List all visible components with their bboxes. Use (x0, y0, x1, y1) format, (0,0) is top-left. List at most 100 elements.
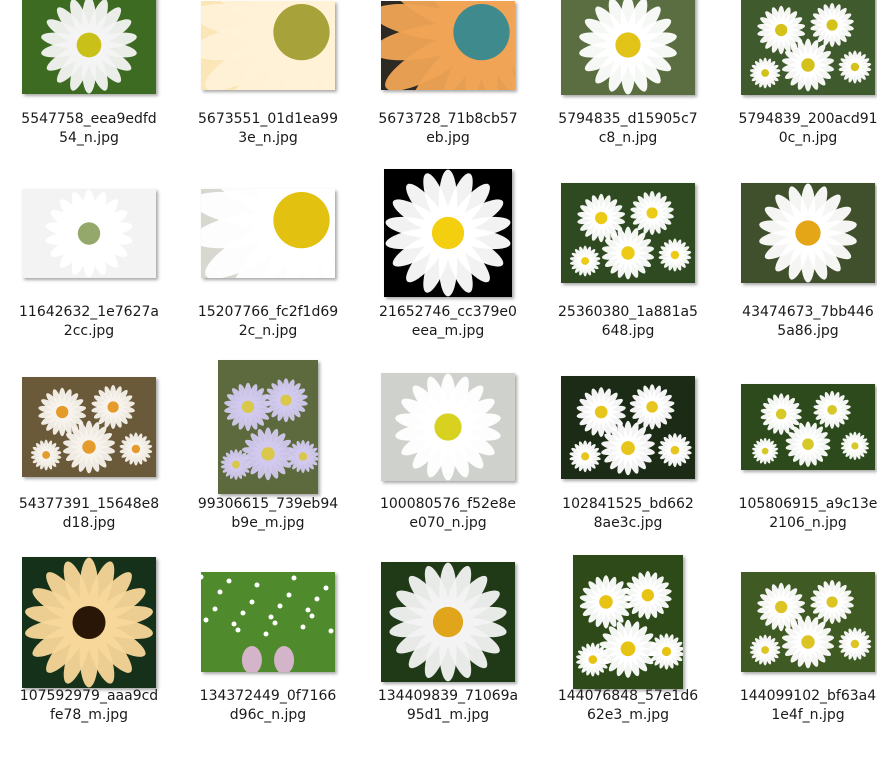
file-item[interactable]: 15207766_fc2f1d69 2c_n.jpg (181, 188, 355, 378)
file-name-line-2: eea_m.jpg (411, 323, 485, 339)
file-name-line-1: 5794835_d15905c7 (558, 111, 698, 127)
file-name[interactable]: 5794835_d15905c7 c8_n.jpg (541, 110, 715, 148)
file-name-line-2: 648.jpg (601, 323, 655, 339)
file-item[interactable]: 43474673_7bb446 5a86.jpg (721, 183, 877, 378)
file-item[interactable]: 21652746_cc379e0 eea_m.jpg (361, 169, 535, 378)
image-thumbnail[interactable] (22, 377, 156, 477)
file-name[interactable]: 144076848_57e1d6 62e3_m.jpg (541, 687, 715, 725)
file-name[interactable]: 43474673_7bb446 5a86.jpg (721, 303, 877, 341)
file-item[interactable]: 105806915_a9c13e 2106_n.jpg (721, 384, 877, 570)
image-thumbnail[interactable] (384, 169, 512, 297)
file-name[interactable]: 11642632_1e7627a 2cc.jpg (2, 303, 176, 341)
file-item[interactable]: 100080576_f52e8e e070_n.jpg (361, 373, 535, 570)
thumbnail-area (361, 552, 535, 692)
image-thumbnail[interactable] (381, 373, 515, 481)
file-name[interactable]: 102841525_bd662 8ae3c.jpg (541, 495, 715, 533)
thumbnail-area (721, 357, 877, 497)
file-item[interactable]: 99306615_739eb94 b9e_m.jpg (181, 360, 355, 570)
image-thumbnail[interactable] (561, 0, 695, 95)
file-name-line-2: fe78_m.jpg (49, 707, 129, 723)
thumbnail-area (181, 0, 355, 115)
file-name[interactable]: 5547758_eea9edfd 54_n.jpg (2, 110, 176, 148)
file-item[interactable]: 5673728_71b8cb57 eb.jpg (361, 0, 535, 185)
file-name-line-2: 1e4f_n.jpg (771, 707, 845, 723)
thumbnail-area (541, 552, 715, 692)
file-name-line-1: 11642632_1e7627a (19, 304, 159, 320)
file-name-line-2: 2c_n.jpg (238, 323, 298, 339)
file-name-line-1: 43474673_7bb446 (742, 304, 874, 320)
image-thumbnail[interactable] (573, 555, 683, 689)
image-thumbnail[interactable] (22, 556, 156, 688)
thumbnail-area (721, 552, 877, 692)
thumbnail-area (541, 0, 715, 115)
thumbnail-area (181, 552, 355, 692)
image-thumbnail[interactable] (381, 562, 515, 682)
image-thumbnail[interactable] (561, 183, 695, 283)
file-item[interactable]: 5673551_01d1ea99 3e_n.jpg (181, 0, 355, 185)
file-name[interactable]: 25360380_1a881a5 648.jpg (541, 303, 715, 341)
file-name-line-2: 3e_n.jpg (238, 130, 298, 146)
file-name[interactable]: 105806915_a9c13e 2106_n.jpg (721, 495, 877, 533)
image-thumbnail[interactable] (741, 572, 875, 672)
image-thumbnail[interactable] (218, 360, 318, 494)
file-name[interactable]: 99306615_739eb94 b9e_m.jpg (181, 495, 355, 533)
file-item[interactable]: 102841525_bd662 8ae3c.jpg (541, 375, 715, 570)
file-name-line-2: b9e_m.jpg (231, 515, 305, 531)
thumbnail-area (2, 0, 176, 115)
file-name-line-2: 5a86.jpg (777, 323, 839, 339)
file-name-line-1: 144099102_bf63a4 (739, 688, 877, 704)
file-item[interactable]: 5794839_200acd91 0c_n.jpg (721, 0, 877, 185)
file-name-line-1: 102841525_bd662 (562, 496, 694, 512)
file-thumbnail-grid: 5547758_eea9edfd 54_n.jpg 5673551_01d1ea99… (0, 0, 877, 733)
image-thumbnail[interactable] (201, 572, 335, 672)
thumbnail-area (721, 163, 877, 303)
file-name[interactable]: 54377391_15648e8 d18.jpg (2, 495, 176, 533)
file-item[interactable]: 144099102_bf63a4 1e4f_n.jpg (721, 572, 877, 762)
file-name[interactable]: 5673728_71b8cb57 eb.jpg (361, 110, 535, 148)
file-item[interactable]: 5547758_eea9edfd 54_n.jpg (2, 0, 176, 185)
file-name[interactable]: 15207766_fc2f1d69 2c_n.jpg (181, 303, 355, 341)
file-name-line-1: 134372449_0f7166 (199, 688, 337, 704)
file-name-line-1: 144076848_57e1d6 (557, 688, 699, 704)
file-name-line-2: 2106_n.jpg (769, 515, 847, 531)
thumbnail-area (2, 552, 176, 692)
file-item[interactable]: 144076848_57e1d6 62e3_m.jpg (541, 555, 715, 762)
file-name[interactable]: 100080576_f52e8e e070_n.jpg (361, 495, 535, 533)
file-item[interactable]: 5794835_d15905c7 c8_n.jpg (541, 0, 715, 185)
file-item[interactable]: 107592979_aaa9cd fe78_m.jpg (2, 556, 176, 762)
file-name[interactable]: 144099102_bf63a4 1e4f_n.jpg (721, 687, 877, 725)
file-name[interactable]: 5794839_200acd91 0c_n.jpg (721, 110, 877, 148)
file-name-line-2: eb.jpg (426, 130, 470, 146)
file-name[interactable]: 5673551_01d1ea99 3e_n.jpg (181, 110, 355, 148)
image-thumbnail[interactable] (561, 375, 695, 479)
file-name-line-1: 134409839_71069a (377, 688, 519, 704)
image-thumbnail[interactable] (201, 0, 335, 90)
file-item[interactable]: 25360380_1a881a5 648.jpg (541, 183, 715, 378)
file-name[interactable]: 21652746_cc379e0 eea_m.jpg (361, 303, 535, 341)
file-item[interactable]: 54377391_15648e8 d18.jpg (2, 377, 176, 570)
file-item[interactable]: 134409839_71069a 95d1_m.jpg (361, 562, 535, 762)
file-item[interactable]: 11642632_1e7627a 2cc.jpg (2, 188, 176, 378)
thumbnail-area (181, 357, 355, 497)
file-name-line-2: d18.jpg (62, 515, 116, 531)
image-thumbnail[interactable] (22, 0, 156, 94)
file-name-line-2: e070_n.jpg (409, 515, 487, 531)
thumbnail-area (361, 163, 535, 303)
file-name[interactable]: 134409839_71069a 95d1_m.jpg (361, 687, 535, 725)
file-name-line-1: 5547758_eea9edfd (21, 111, 157, 127)
file-name[interactable]: 134372449_0f7166 d96c_n.jpg (181, 687, 355, 725)
image-thumbnail[interactable] (741, 183, 875, 283)
file-name-line-2: c8_n.jpg (598, 130, 658, 146)
file-name-line-1: 5673728_71b8cb57 (378, 111, 518, 127)
file-name-line-1: 5673551_01d1ea99 (198, 111, 338, 127)
image-thumbnail[interactable] (741, 384, 875, 470)
file-name-line-2: 2cc.jpg (63, 323, 115, 339)
file-name-line-2: 95d1_m.jpg (406, 707, 490, 723)
thumbnail-area (361, 357, 535, 497)
image-thumbnail[interactable] (22, 188, 156, 278)
image-thumbnail[interactable] (201, 188, 335, 278)
file-item[interactable]: 134372449_0f7166 d96c_n.jpg (181, 572, 355, 762)
file-name[interactable]: 107592979_aaa9cd fe78_m.jpg (2, 687, 176, 725)
image-thumbnail[interactable] (381, 0, 515, 90)
image-thumbnail[interactable] (741, 0, 875, 95)
